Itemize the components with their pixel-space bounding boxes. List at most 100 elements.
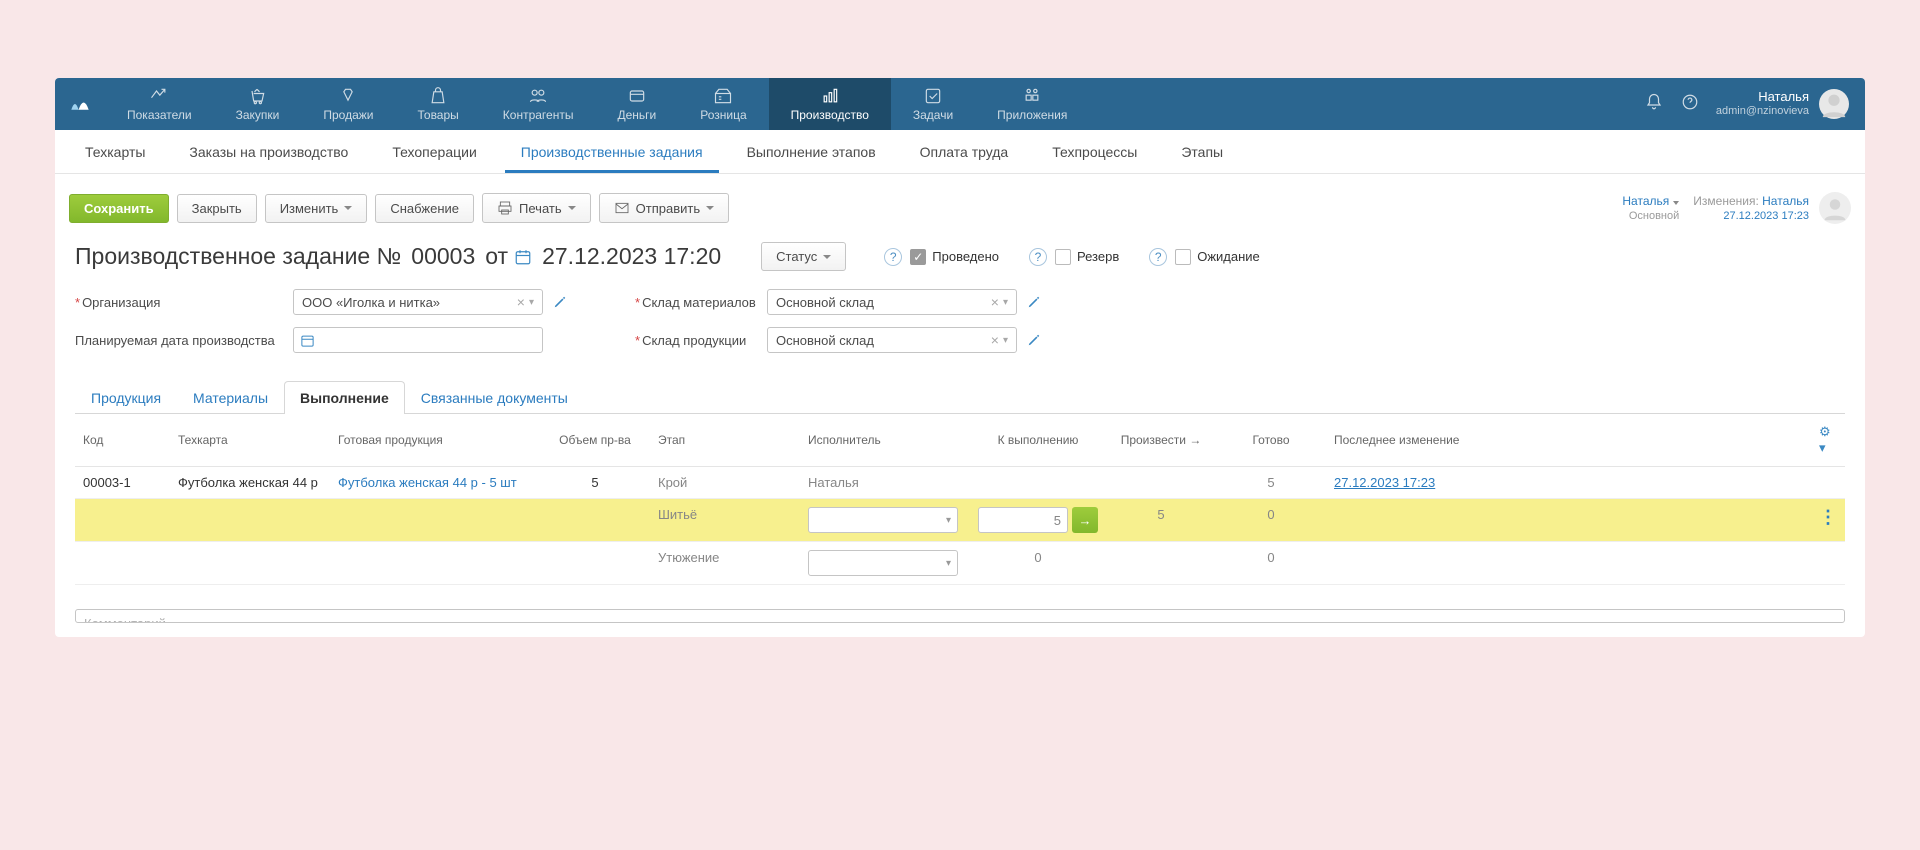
nav-продажи[interactable]: Продажи — [301, 78, 395, 130]
subnav-0[interactable]: Техкарты — [69, 132, 161, 173]
stage-row[interactable]: Утюжение▾00 — [75, 542, 1845, 585]
chevron-down-icon: ▾ — [529, 297, 534, 308]
col-header[interactable]: Произвести → — [1106, 414, 1216, 467]
pencil-icon[interactable] — [1027, 333, 1041, 347]
subnav-3[interactable]: Производственные задания — [505, 132, 719, 173]
clear-icon[interactable]: × — [991, 332, 999, 348]
chevron-down-icon — [568, 206, 576, 210]
changes-info: Изменения: Наталья 27.12.2023 17:23 — [1693, 194, 1809, 222]
chevron-down-icon: ▾ — [1003, 335, 1008, 346]
nav-контрагенты[interactable]: Контрагенты — [481, 78, 596, 130]
chevron-down-icon — [344, 206, 352, 210]
status-button[interactable]: Статус — [761, 242, 846, 271]
chevron-down-icon: ▾ — [1003, 297, 1008, 308]
printer-icon — [497, 200, 513, 216]
change-button[interactable]: Изменить — [265, 194, 368, 223]
prod-store-select[interactable]: Основной склад × ▾ — [767, 327, 1017, 353]
col-header[interactable]: Последнее изменение — [1326, 414, 1811, 467]
pencil-icon[interactable] — [1027, 295, 1041, 309]
tab-1[interactable]: Материалы — [177, 381, 284, 414]
mat-store-select[interactable]: Основной склад × ▾ — [767, 289, 1017, 315]
plan-date-label: Планируемая дата производства — [75, 333, 293, 348]
nav-icon — [627, 86, 647, 106]
save-button[interactable]: Сохранить — [69, 194, 169, 223]
org-select[interactable]: ООО «Иголка и нитка» × ▾ — [293, 289, 543, 315]
clear-icon[interactable]: × — [991, 294, 999, 310]
calendar-icon[interactable] — [514, 248, 532, 266]
owner-menu[interactable]: Наталья Основной — [1622, 194, 1679, 222]
avatar — [1819, 192, 1851, 224]
executor-select[interactable]: ▾ — [808, 507, 958, 533]
wait-check[interactable]: ? Ожидание — [1149, 248, 1260, 266]
go-button[interactable]: → — [1072, 507, 1098, 533]
product-link[interactable]: Футболка женская 44 р - 5 шт — [338, 475, 517, 490]
nav-приложения[interactable]: Приложения — [975, 78, 1089, 130]
executor-select[interactable]: ▾ — [808, 550, 958, 576]
col-header[interactable]: Готово — [1216, 414, 1326, 467]
col-header[interactable]: Код — [75, 414, 170, 467]
doc-number: 00003 — [411, 243, 475, 270]
logo[interactable] — [55, 94, 105, 114]
help-icon[interactable]: ? — [884, 248, 902, 266]
org-label: *Организация — [75, 295, 293, 310]
help-icon[interactable]: ? — [1149, 248, 1167, 266]
tab-2[interactable]: Выполнение — [284, 381, 405, 414]
checkbox-icon: ✓ — [910, 249, 926, 265]
subnav-5[interactable]: Оплата труда — [904, 132, 1025, 173]
col-header[interactable]: Этап — [650, 414, 800, 467]
calendar-icon — [300, 333, 315, 348]
close-button[interactable]: Закрыть — [177, 194, 257, 223]
nav-закупки[interactable]: Закупки — [214, 78, 302, 130]
nav-icon — [528, 86, 548, 106]
bell-icon[interactable] — [1636, 93, 1672, 116]
print-button[interactable]: Печать — [482, 193, 591, 223]
doc-date[interactable]: 27.12.2023 17:20 — [542, 243, 721, 270]
col-header[interactable]: К выполнению — [970, 414, 1106, 467]
subnav-7[interactable]: Этапы — [1165, 132, 1239, 173]
page-title: Производственное задание № 00003 от 27.1… — [75, 243, 721, 270]
nav-производство[interactable]: Производство — [769, 78, 891, 130]
subnav-4[interactable]: Выполнение этапов — [731, 132, 892, 173]
help-icon[interactable]: ? — [1029, 248, 1047, 266]
nav-задачи[interactable]: Задачи — [891, 78, 975, 130]
provedeno-check[interactable]: ? ✓ Проведено — [884, 248, 999, 266]
help-icon[interactable] — [1672, 93, 1708, 116]
nav-товары[interactable]: Товары — [396, 78, 481, 130]
gear-icon[interactable]: ⚙ ▾ — [1819, 424, 1837, 456]
user-menu[interactable]: Наталья admin@nzinovieva — [1716, 89, 1849, 119]
chevron-down-icon: ▾ — [946, 515, 951, 526]
subnav-6[interactable]: Техпроцессы — [1036, 132, 1153, 173]
kebab-icon[interactable]: ⋮ — [1819, 507, 1837, 527]
send-button[interactable]: Отправить — [599, 193, 729, 223]
stage-row[interactable]: 00003-1Футболка женская 44 рФутболка жен… — [75, 467, 1845, 499]
col-header[interactable]: Исполнитель — [800, 414, 970, 467]
pencil-icon[interactable] — [553, 295, 567, 309]
tab-3[interactable]: Связанные документы — [405, 381, 584, 414]
rezerv-check[interactable]: ? Резерв — [1029, 248, 1119, 266]
chevron-down-icon — [706, 206, 714, 210]
mail-icon — [614, 200, 630, 216]
col-header[interactable]: Готовая продукция — [330, 414, 540, 467]
nav-показатели[interactable]: Показатели — [105, 78, 214, 130]
nav-icon — [923, 86, 943, 106]
mat-store-label: *Склад материалов — [635, 295, 767, 310]
subnav-2[interactable]: Техоперации — [376, 132, 492, 173]
comment-input[interactable]: Комментарий — [75, 609, 1845, 623]
chevron-down-icon — [1673, 201, 1679, 205]
clear-icon[interactable]: × — [517, 294, 525, 310]
nav-icon — [1022, 86, 1042, 106]
supply-button[interactable]: Снабжение — [375, 194, 474, 223]
avatar — [1819, 89, 1849, 119]
nav-деньги[interactable]: Деньги — [595, 78, 678, 130]
tab-0[interactable]: Продукция — [75, 381, 177, 414]
plan-date-input[interactable] — [293, 327, 543, 353]
stage-row[interactable]: Шитьё▾5→50⋮ — [75, 499, 1845, 542]
last-change-link[interactable]: 27.12.2023 17:23 — [1334, 475, 1435, 490]
checkbox-icon — [1055, 249, 1071, 265]
subnav-1[interactable]: Заказы на производство — [173, 132, 364, 173]
nav-розница[interactable]: Розница — [678, 78, 768, 130]
col-header[interactable]: Техкарта — [170, 414, 330, 467]
todo-input[interactable]: 5 — [978, 507, 1068, 533]
nav-icon — [247, 86, 267, 106]
col-header[interactable]: Объем пр-ва — [540, 414, 650, 467]
